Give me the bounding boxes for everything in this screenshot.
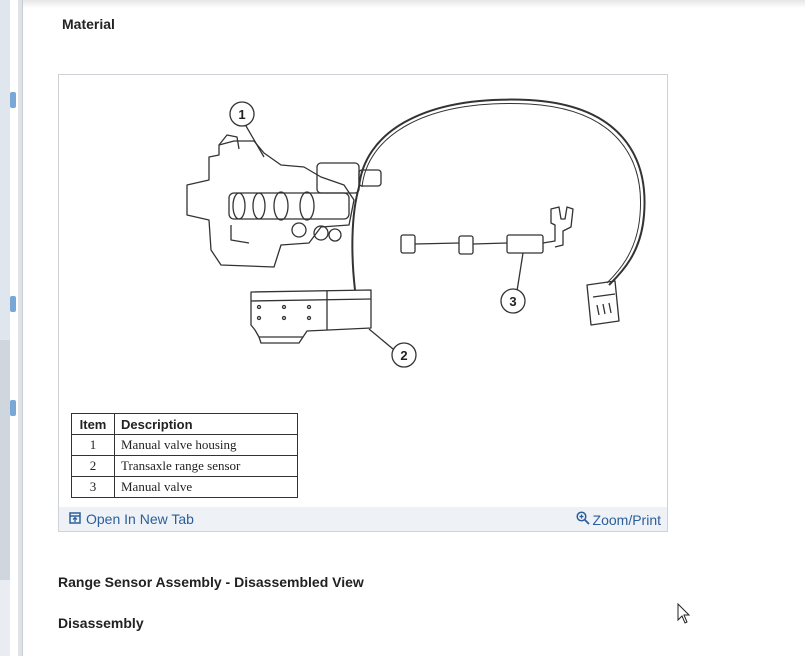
top-header-shadow (23, 0, 805, 8)
disassembly-heading: Disassembly (58, 615, 144, 631)
open-in-new-tab-link[interactable]: Open In New Tab (69, 511, 194, 527)
callout-2-label: 2 (400, 348, 407, 363)
legend-item-description: Transaxle range sensor (114, 455, 298, 477)
legend-item-number: 2 (71, 455, 115, 477)
legend-header-item: Item (71, 413, 115, 435)
sensor-cable (358, 98, 646, 286)
legend-item-description: Manual valve (114, 476, 298, 498)
left-panel-marker (10, 92, 16, 108)
connector-drawing (586, 280, 620, 326)
legend-item-number: 3 (71, 476, 115, 498)
legend-header-description: Description (114, 413, 298, 435)
left-panel-marker (10, 296, 16, 312)
figure-panel: 1 2 3 Item Description 1 Manual valve ho… (58, 74, 668, 532)
magnifier-icon (575, 511, 590, 528)
manual-valve-drawing (400, 206, 574, 255)
mouse-cursor-icon (677, 603, 691, 624)
callout-3-label: 3 (509, 294, 516, 309)
left-panel-edge (0, 0, 16, 656)
left-panel-marker (10, 400, 16, 416)
legend-item-description: Manual valve housing (114, 434, 298, 456)
open-in-new-tab-label: Open In New Tab (86, 511, 194, 527)
legend-row: 2 Transaxle range sensor (71, 455, 298, 477)
legend-header-row: Item Description (71, 413, 298, 435)
legend-table: Item Description 1 Manual valve housing … (71, 413, 298, 498)
callout-1-label: 1 (238, 107, 245, 122)
legend-row: 1 Manual valve housing (71, 434, 298, 456)
left-panel-strip (0, 0, 10, 340)
figure-footer: Open In New Tab Zoom/Print (59, 507, 667, 531)
open-in-new-tab-icon (69, 511, 81, 527)
left-panel-strip-dark (0, 340, 10, 580)
zoom-print-label: Zoom/Print (592, 511, 661, 528)
content-left-border-line (22, 0, 23, 656)
legend-row: 3 Manual valve (71, 476, 298, 498)
legend-item-number: 1 (71, 434, 115, 456)
zoom-print-link[interactable]: Zoom/Print (575, 511, 661, 528)
material-heading: Material (62, 16, 115, 32)
range-sensor-drawing (250, 289, 372, 344)
figure-caption: Range Sensor Assembly - Disassembled Vie… (58, 574, 364, 590)
